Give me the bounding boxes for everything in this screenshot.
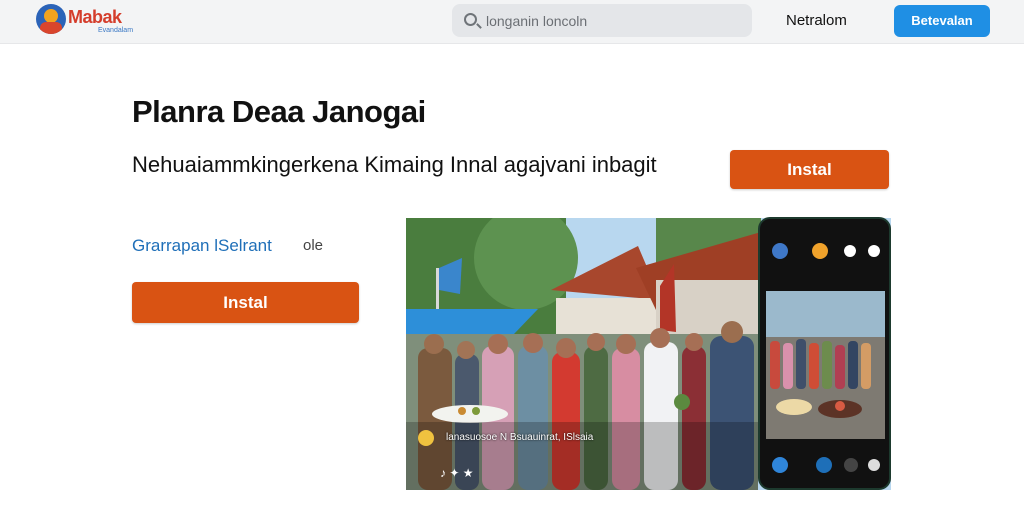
phone-scene	[766, 291, 885, 439]
install-button-secondary[interactable]: Instal	[730, 150, 889, 189]
phone-person-5	[822, 341, 832, 389]
brand-name[interactable]: Mabak	[68, 7, 122, 28]
face-6	[587, 333, 605, 351]
phone-mockup	[758, 217, 891, 490]
phone-person-4	[809, 343, 819, 389]
face-2	[457, 341, 475, 359]
face-3	[488, 334, 508, 354]
search-input[interactable]	[486, 8, 741, 33]
phone-profile-icon	[812, 243, 828, 259]
food-item-1	[458, 407, 466, 415]
food-item-2	[472, 407, 480, 415]
face-7	[616, 334, 636, 354]
phone-food-plate-1	[776, 399, 812, 415]
phone-home-icon	[772, 457, 788, 473]
media-controls: ♪ ✦ ★	[440, 466, 474, 480]
media-caption: lanasuosoe N Bsuauinrat, ISlsaia	[446, 432, 594, 443]
face-1	[424, 334, 444, 354]
caption-avatar-icon	[418, 430, 434, 446]
header-primary-button[interactable]: Betevalan	[894, 5, 990, 37]
phone-chat-icon	[868, 245, 880, 257]
face-8	[650, 328, 670, 348]
phone-wall	[766, 291, 885, 337]
logo-sun-shape	[44, 9, 58, 23]
phone-bell-icon	[844, 245, 856, 257]
top-navigation-bar: Mabak Evandalam Netralom Betevalan	[0, 0, 1024, 44]
phone-menu-icon	[772, 243, 788, 259]
phone-person-8	[861, 343, 871, 389]
developer-link[interactable]: Grarrapan lSelrant	[132, 236, 272, 256]
food-tray	[432, 405, 508, 423]
phone-play-icon	[816, 457, 832, 473]
phone-screen	[766, 291, 885, 439]
app-subtitle: Nehuaiammkingerkena Kimaing Innal agajva…	[132, 152, 657, 177]
phone-comment-icon	[844, 458, 858, 472]
face-4	[523, 333, 543, 353]
brand-logo-icon[interactable]	[36, 4, 66, 34]
phone-bottom-icons	[772, 457, 882, 479]
install-button[interactable]: Instal	[132, 282, 359, 323]
phone-settings-icon	[868, 459, 880, 471]
app-title: Planra Deaa Janogai	[132, 94, 426, 129]
phone-person-6	[835, 345, 845, 389]
phone-person-3	[796, 339, 806, 389]
phone-person-2	[783, 343, 793, 389]
header-nav-link[interactable]: Netralom	[786, 12, 847, 29]
green-package	[674, 394, 690, 410]
phone-food-item	[835, 401, 845, 411]
logo-base-shape	[40, 22, 62, 34]
search-icon	[464, 13, 477, 26]
face-9	[685, 333, 703, 351]
developer-extra-text: ole	[303, 237, 324, 254]
brand-subtitle: Evandalam	[98, 27, 134, 34]
search-bar[interactable]	[452, 4, 752, 37]
phone-person-1	[770, 341, 780, 389]
face-10	[721, 321, 743, 343]
phone-top-icons	[772, 243, 882, 263]
phone-person-7	[848, 341, 858, 389]
face-5	[556, 338, 576, 358]
